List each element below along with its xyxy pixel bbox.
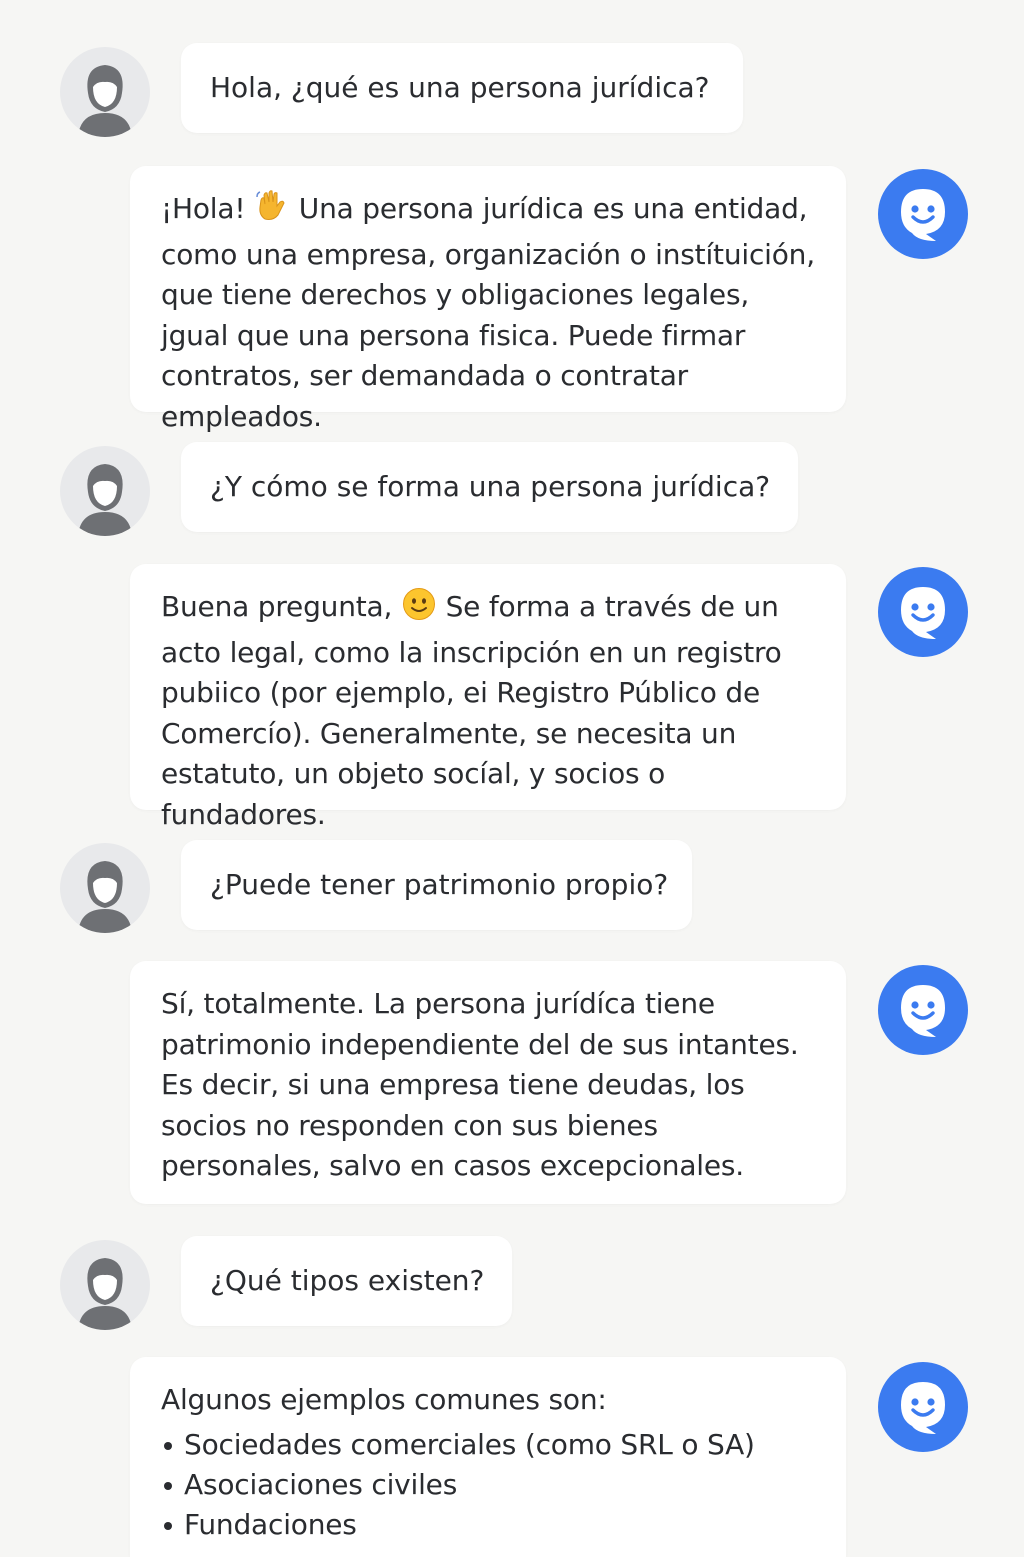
chatbot-smiley-icon [878,1362,968,1452]
bot-message-bubble: Algunos ejemplos comunes son: Sociedades… [130,1357,846,1557]
user-avatar-icon [60,1240,150,1330]
chat-conversation: Hola, ¿qué es una persona jurídica? ¡Hol… [0,0,1024,1557]
user-message-text: Hola, ¿qué es una persona jurídica? [210,71,710,104]
chatbot-smiley-icon [878,567,968,657]
bot-message-text: ¡Hola! Una persona jurídica es una entid… [161,189,824,437]
user-message-text: ¿Qué tipos existen? [210,1264,485,1297]
list-item: Fundaciones [161,1505,824,1545]
user-message-bubble: ¿Qué tipos existen? [181,1236,512,1326]
bot-message-list: Sociedades comerciales (como SRL o SA) A… [161,1425,824,1545]
bot-message-bubble: Sí, totalmente. La persona jurídíca tien… [130,961,846,1204]
bot-message-bubble: Buena pregunta, Se forma a través de un … [130,564,846,831]
waving-hand-emoji [255,189,289,235]
user-message-text: ¿Y cómo se forma una persona jurídica? [210,470,771,503]
smiling-face-emoji [402,587,436,633]
user-avatar-icon [60,843,150,933]
user-message-bubble: Hola, ¿qué es una persona jurídica? [181,43,743,133]
user-message-bubble: ¿Puede tener patrimonio propio? [181,840,692,930]
bot-message-text: Sí, totalmente. La persona jurídíca tien… [161,987,799,1182]
user-message-text: ¿Puede tener patrimonio propio? [210,868,669,901]
bot-message-text: Algunos ejemplos comunes son: [161,1383,607,1416]
chatbot-smiley-icon [878,169,968,259]
user-avatar-icon [60,47,150,137]
bot-message-text: Buena pregunta, Se forma a través de un … [161,587,824,835]
user-avatar-icon [60,446,150,536]
list-item: Sociedades comerciales (como SRL o SA) [161,1425,824,1465]
bot-message-bubble: ¡Hola! Una persona jurídica es una entid… [130,166,846,433]
chatbot-smiley-icon [878,965,968,1055]
list-item: Asociaciones civiles [161,1465,824,1505]
user-message-bubble: ¿Y cómo se forma una persona jurídica? [181,442,798,532]
